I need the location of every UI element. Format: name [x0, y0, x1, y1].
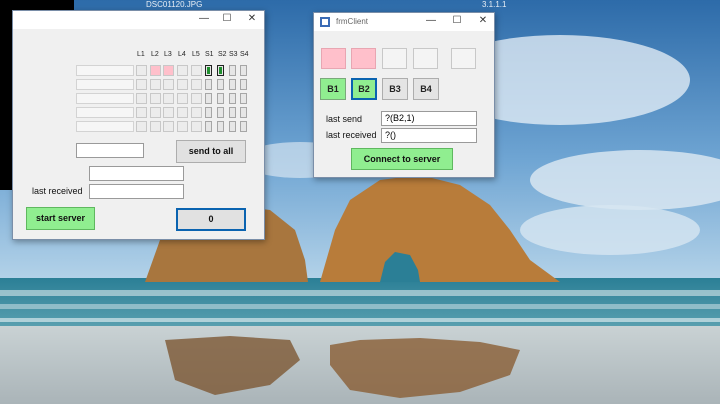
status-checkbox[interactable] — [217, 79, 224, 90]
client-indicator-1 — [321, 48, 346, 69]
status-checkbox[interactable] — [205, 121, 212, 132]
status-checkbox[interactable] — [217, 93, 224, 104]
indicator-cell — [150, 79, 161, 90]
server-row-field — [76, 107, 134, 118]
server-row-field — [76, 79, 134, 90]
indicator-cell — [136, 79, 147, 90]
connect-to-server-button[interactable]: Connect to server — [351, 148, 453, 170]
wallpaper-filename-text: DSC01120.JPG — [146, 0, 203, 9]
column-header-s3: S3 — [229, 51, 238, 58]
send-to-all-button[interactable]: send to all — [176, 140, 246, 163]
column-header-l5: L5 — [192, 51, 200, 58]
status-checkbox[interactable] — [205, 107, 212, 118]
indicator-cell — [136, 65, 147, 76]
status-checkbox[interactable] — [229, 79, 236, 90]
status-checkbox[interactable] — [240, 107, 247, 118]
indicator-cell — [177, 65, 188, 76]
b1-button[interactable]: B1 — [320, 78, 346, 100]
client-indicator-3 — [382, 48, 407, 69]
indicator-cell — [163, 107, 174, 118]
column-header-s2: S2 — [218, 51, 227, 58]
last-send-field[interactable]: ?(B2,1) — [381, 111, 477, 126]
indicator-cell — [191, 121, 202, 132]
server-row-field — [76, 93, 134, 104]
client-indicator-4 — [413, 48, 438, 69]
indicator-cell — [136, 93, 147, 104]
indicator-cell — [177, 79, 188, 90]
indicator-cell — [163, 79, 174, 90]
b4-button[interactable]: B4 — [413, 78, 439, 100]
minimize-button[interactable]: — — [420, 14, 442, 28]
status-checkbox[interactable] — [205, 79, 212, 90]
indicator-cell — [150, 65, 161, 76]
column-header-l1: L1 — [137, 51, 145, 58]
indicator-cell — [150, 93, 161, 104]
last-received-field[interactable]: ?() — [381, 128, 477, 143]
top-right-text: 3.1.1.1 — [482, 0, 507, 9]
client-indicator-2 — [351, 48, 376, 69]
client-title: frmClient — [336, 17, 369, 26]
indicator-cell — [163, 121, 174, 132]
client-indicator-5 — [451, 48, 476, 69]
start-server-button[interactable]: start server — [26, 207, 95, 230]
indicator-cell — [191, 93, 202, 104]
server-last-received-label: last received — [32, 186, 83, 196]
server-last-received-field — [89, 184, 184, 199]
indicator-cell — [191, 65, 202, 76]
status-checkbox[interactable] — [240, 121, 247, 132]
column-header-l2: L2 — [151, 51, 159, 58]
status-checkbox[interactable] — [205, 93, 212, 104]
indicator-cell — [177, 93, 188, 104]
column-header-s4: S4 — [240, 51, 249, 58]
maximize-button[interactable]: ☐ — [216, 12, 238, 26]
column-header-l4: L4 — [178, 51, 186, 58]
indicator-cell — [150, 121, 161, 132]
server-row-field — [76, 65, 134, 76]
status-checkbox[interactable] — [205, 65, 212, 76]
indicator-cell — [163, 65, 174, 76]
status-checkbox[interactable] — [229, 65, 236, 76]
status-checkbox[interactable] — [229, 121, 236, 132]
status-checkbox[interactable] — [217, 121, 224, 132]
last-send-label: last send — [326, 114, 363, 124]
indicator-cell — [191, 107, 202, 118]
indicator-cell — [177, 107, 188, 118]
status-checkbox[interactable] — [217, 65, 224, 76]
b3-button[interactable]: B3 — [382, 78, 408, 100]
indicator-cell — [150, 107, 161, 118]
app-icon — [320, 17, 330, 27]
indicator-cell — [177, 121, 188, 132]
column-header-l3: L3 — [164, 51, 172, 58]
server-counter-button[interactable]: 0 — [176, 208, 246, 231]
close-button[interactable]: ✕ — [241, 12, 263, 26]
status-checkbox[interactable] — [229, 107, 236, 118]
indicator-cell — [136, 107, 147, 118]
indicator-cell — [191, 79, 202, 90]
client-titlebar: frmClient — ☐ ✕ — [314, 13, 494, 31]
indicator-cell — [163, 93, 174, 104]
status-checkbox[interactable] — [217, 107, 224, 118]
minimize-button[interactable]: — — [193, 12, 215, 26]
status-checkbox[interactable] — [240, 65, 247, 76]
status-checkbox[interactable] — [240, 79, 247, 90]
last-received-label: last received — [326, 130, 377, 140]
server-row-field — [76, 121, 134, 132]
maximize-button[interactable]: ☐ — [446, 14, 468, 28]
server-send-input[interactable] — [76, 143, 144, 158]
indicator-cell — [136, 121, 147, 132]
server-titlebar: — ☐ ✕ — [13, 11, 264, 29]
server-field-1[interactable] — [89, 166, 184, 181]
column-header-s1: S1 — [205, 51, 214, 58]
b2-button[interactable]: B2 — [351, 78, 377, 100]
status-checkbox[interactable] — [229, 93, 236, 104]
close-button[interactable]: ✕ — [472, 14, 494, 28]
status-checkbox[interactable] — [240, 93, 247, 104]
